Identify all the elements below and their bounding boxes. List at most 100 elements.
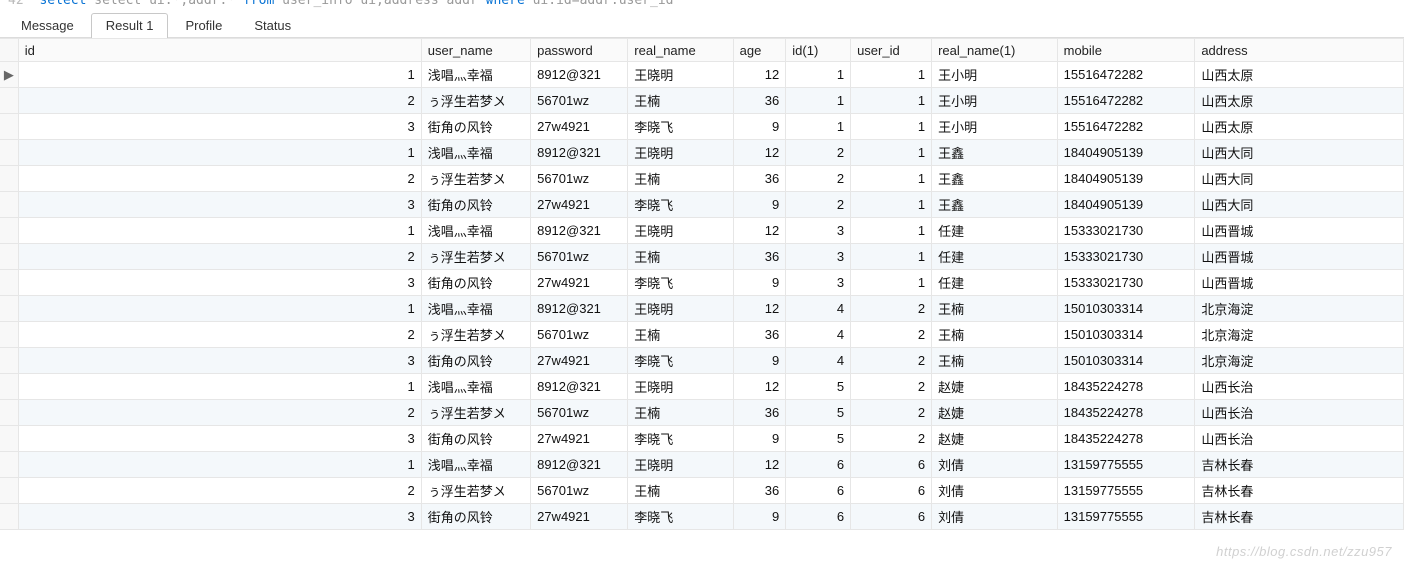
cell-mobile[interactable]: 13159775555 bbox=[1057, 504, 1195, 530]
table-row[interactable]: 2ぅ浮生若梦〤56701wz王楠3631任建15333021730山西晋城 bbox=[0, 244, 1404, 270]
cell-id1[interactable]: 4 bbox=[786, 296, 851, 322]
cell-mobile[interactable]: 15333021730 bbox=[1057, 244, 1195, 270]
cell-real_name1[interactable]: 王楠 bbox=[932, 322, 1058, 348]
cell-mobile[interactable]: 18404905139 bbox=[1057, 166, 1195, 192]
cell-address[interactable]: 北京海淀 bbox=[1195, 348, 1404, 374]
cell-real_name[interactable]: 王楠 bbox=[628, 400, 733, 426]
cell-mobile[interactable]: 18435224278 bbox=[1057, 374, 1195, 400]
cell-age[interactable]: 9 bbox=[733, 504, 786, 530]
cell-id1[interactable]: 1 bbox=[786, 62, 851, 88]
column-header-id1[interactable]: id(1) bbox=[786, 39, 851, 62]
cell-user_id[interactable]: 2 bbox=[851, 296, 932, 322]
cell-user_name[interactable]: 浅唱灬幸福 bbox=[421, 140, 530, 166]
cell-id1[interactable]: 6 bbox=[786, 478, 851, 504]
cell-real_name[interactable]: 李晓飞 bbox=[628, 348, 733, 374]
table-row[interactable]: 2ぅ浮生若梦〤56701wz王楠3621王鑫18404905139山西大同 bbox=[0, 166, 1404, 192]
cell-user_name[interactable]: 街角の风铃 bbox=[421, 504, 530, 530]
cell-address[interactable]: 山西太原 bbox=[1195, 88, 1404, 114]
table-row[interactable]: 1浅唱灬幸福8912@321王晓明1266刘倩13159775555吉林长春 bbox=[0, 452, 1404, 478]
table-row[interactable]: ▶1浅唱灬幸福8912@321王晓明1211王小明15516472282山西太原 bbox=[0, 62, 1404, 88]
cell-password[interactable]: 27w4921 bbox=[531, 348, 628, 374]
cell-password[interactable]: 8912@321 bbox=[531, 62, 628, 88]
table-row[interactable]: 2ぅ浮生若梦〤56701wz王楠3642王楠15010303314北京海淀 bbox=[0, 322, 1404, 348]
cell-id[interactable]: 2 bbox=[18, 322, 421, 348]
cell-user_id[interactable]: 1 bbox=[851, 218, 932, 244]
column-header-real_name[interactable]: real_name bbox=[628, 39, 733, 62]
cell-password[interactable]: 56701wz bbox=[531, 244, 628, 270]
cell-password[interactable]: 56701wz bbox=[531, 166, 628, 192]
cell-user_name[interactable]: 浅唱灬幸福 bbox=[421, 218, 530, 244]
cell-user_id[interactable]: 2 bbox=[851, 348, 932, 374]
cell-address[interactable]: 山西晋城 bbox=[1195, 270, 1404, 296]
table-row[interactable]: 3街角の风铃27w4921李晓飞921王鑫18404905139山西大同 bbox=[0, 192, 1404, 218]
tab-status[interactable]: Status bbox=[239, 13, 306, 38]
cell-id[interactable]: 3 bbox=[18, 348, 421, 374]
cell-real_name[interactable]: 王楠 bbox=[628, 478, 733, 504]
cell-id[interactable]: 3 bbox=[18, 192, 421, 218]
cell-age[interactable]: 12 bbox=[733, 374, 786, 400]
cell-real_name[interactable]: 王楠 bbox=[628, 244, 733, 270]
cell-id1[interactable]: 5 bbox=[786, 400, 851, 426]
cell-id[interactable]: 1 bbox=[18, 62, 421, 88]
cell-user_name[interactable]: 浅唱灬幸福 bbox=[421, 374, 530, 400]
cell-password[interactable]: 27w4921 bbox=[531, 114, 628, 140]
cell-address[interactable]: 山西大同 bbox=[1195, 192, 1404, 218]
cell-address[interactable]: 吉林长春 bbox=[1195, 452, 1404, 478]
cell-age[interactable]: 36 bbox=[733, 400, 786, 426]
cell-id1[interactable]: 6 bbox=[786, 452, 851, 478]
cell-age[interactable]: 36 bbox=[733, 478, 786, 504]
cell-password[interactable]: 56701wz bbox=[531, 88, 628, 114]
cell-password[interactable]: 56701wz bbox=[531, 400, 628, 426]
cell-real_name[interactable]: 李晓飞 bbox=[628, 426, 733, 452]
cell-user_id[interactable]: 1 bbox=[851, 270, 932, 296]
cell-mobile[interactable]: 15516472282 bbox=[1057, 88, 1195, 114]
cell-id[interactable]: 2 bbox=[18, 400, 421, 426]
cell-password[interactable]: 8912@321 bbox=[531, 452, 628, 478]
cell-user_id[interactable]: 2 bbox=[851, 322, 932, 348]
cell-user_name[interactable]: ぅ浮生若梦〤 bbox=[421, 166, 530, 192]
cell-age[interactable]: 9 bbox=[733, 270, 786, 296]
cell-mobile[interactable]: 15010303314 bbox=[1057, 348, 1195, 374]
cell-user_id[interactable]: 1 bbox=[851, 114, 932, 140]
cell-id1[interactable]: 3 bbox=[786, 218, 851, 244]
cell-mobile[interactable]: 15010303314 bbox=[1057, 322, 1195, 348]
cell-user_name[interactable]: 浅唱灬幸福 bbox=[421, 296, 530, 322]
cell-user_id[interactable]: 2 bbox=[851, 426, 932, 452]
tab-profile[interactable]: Profile bbox=[170, 13, 237, 38]
cell-mobile[interactable]: 15516472282 bbox=[1057, 62, 1195, 88]
cell-id[interactable]: 1 bbox=[18, 452, 421, 478]
cell-user_name[interactable]: 浅唱灬幸福 bbox=[421, 62, 530, 88]
cell-mobile[interactable]: 18404905139 bbox=[1057, 192, 1195, 218]
cell-id[interactable]: 3 bbox=[18, 270, 421, 296]
cell-real_name[interactable]: 王晓明 bbox=[628, 374, 733, 400]
cell-id1[interactable]: 4 bbox=[786, 322, 851, 348]
cell-mobile[interactable]: 15010303314 bbox=[1057, 296, 1195, 322]
cell-real_name1[interactable]: 赵婕 bbox=[932, 400, 1058, 426]
cell-user_name[interactable]: 街角の风铃 bbox=[421, 426, 530, 452]
table-row[interactable]: 1浅唱灬幸福8912@321王晓明1231任建15333021730山西晋城 bbox=[0, 218, 1404, 244]
cell-age[interactable]: 12 bbox=[733, 452, 786, 478]
cell-real_name[interactable]: 李晓飞 bbox=[628, 270, 733, 296]
column-header-real_name1[interactable]: real_name(1) bbox=[932, 39, 1058, 62]
table-row[interactable]: 3街角の风铃27w4921李晓飞952赵婕18435224278山西长治 bbox=[0, 426, 1404, 452]
cell-real_name1[interactable]: 王楠 bbox=[932, 348, 1058, 374]
column-header-password[interactable]: password bbox=[531, 39, 628, 62]
cell-id[interactable]: 1 bbox=[18, 374, 421, 400]
table-row[interactable]: 1浅唱灬幸福8912@321王晓明1252赵婕18435224278山西长治 bbox=[0, 374, 1404, 400]
cell-real_name1[interactable]: 王鑫 bbox=[932, 192, 1058, 218]
table-row[interactable]: 2ぅ浮生若梦〤56701wz王楠3611王小明15516472282山西太原 bbox=[0, 88, 1404, 114]
cell-password[interactable]: 27w4921 bbox=[531, 504, 628, 530]
cell-address[interactable]: 山西大同 bbox=[1195, 166, 1404, 192]
cell-user_name[interactable]: ぅ浮生若梦〤 bbox=[421, 478, 530, 504]
cell-age[interactable]: 9 bbox=[733, 114, 786, 140]
cell-real_name1[interactable]: 王鑫 bbox=[932, 166, 1058, 192]
table-row[interactable]: 2ぅ浮生若梦〤56701wz王楠3652赵婕18435224278山西长治 bbox=[0, 400, 1404, 426]
table-row[interactable]: 2ぅ浮生若梦〤56701wz王楠3666刘倩13159775555吉林长春 bbox=[0, 478, 1404, 504]
cell-id[interactable]: 3 bbox=[18, 114, 421, 140]
cell-real_name1[interactable]: 刘倩 bbox=[932, 504, 1058, 530]
column-header-mobile[interactable]: mobile bbox=[1057, 39, 1195, 62]
cell-address[interactable]: 山西大同 bbox=[1195, 140, 1404, 166]
cell-user_name[interactable]: 街角の风铃 bbox=[421, 348, 530, 374]
cell-id[interactable]: 1 bbox=[18, 218, 421, 244]
cell-user_id[interactable]: 1 bbox=[851, 192, 932, 218]
